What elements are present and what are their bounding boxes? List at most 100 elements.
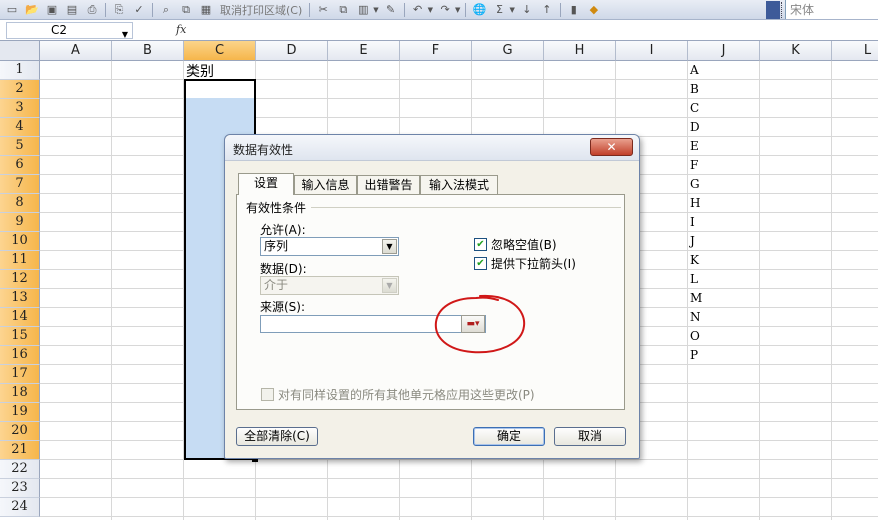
name-box[interactable]: C2 ▼ bbox=[6, 22, 133, 39]
copy-icon[interactable]: ⧉ bbox=[178, 2, 194, 18]
cell-j3[interactable]: C bbox=[690, 99, 710, 118]
row-header-16[interactable]: 16 bbox=[0, 346, 40, 365]
cell-j4[interactable]: D bbox=[690, 118, 710, 137]
row-header-12[interactable]: 12 bbox=[0, 270, 40, 289]
row-header-15[interactable]: 15 bbox=[0, 327, 40, 346]
cell-c1[interactable]: 类别 bbox=[186, 61, 214, 81]
cut-icon[interactable]: ✂ bbox=[315, 2, 331, 18]
cell-j7[interactable]: G bbox=[690, 175, 710, 194]
sort-desc-icon[interactable]: ↑ bbox=[539, 2, 555, 18]
chevron-down-icon[interactable]: ▼ bbox=[382, 239, 397, 254]
active-cell[interactable] bbox=[186, 81, 254, 98]
row-header-7[interactable]: 7 bbox=[0, 175, 40, 194]
column-header-e[interactable]: E bbox=[328, 41, 400, 61]
row-header-2[interactable]: 2 bbox=[0, 80, 40, 99]
row-header-19[interactable]: 19 bbox=[0, 403, 40, 422]
spelling-icon[interactable]: ✓ bbox=[131, 2, 147, 18]
row-header-5[interactable]: 5 bbox=[0, 137, 40, 156]
tab-input-message[interactable]: 输入信息 bbox=[294, 175, 357, 194]
font-name-box[interactable]: 宋体 bbox=[785, 0, 878, 19]
cancel-button[interactable]: 取消 bbox=[554, 427, 626, 446]
clear-all-button[interactable]: 全部清除(C) bbox=[236, 427, 318, 446]
chevron-down-icon[interactable]: ▼ bbox=[428, 6, 433, 14]
format-painter-icon[interactable]: ✎ bbox=[383, 2, 399, 18]
autosum-icon[interactable]: Σ bbox=[491, 2, 507, 18]
row-header-4[interactable]: 4 bbox=[0, 118, 40, 137]
redo-icon[interactable]: ↷ bbox=[437, 2, 453, 18]
cell-j6[interactable]: F bbox=[690, 156, 710, 175]
cell-j11[interactable]: K bbox=[690, 251, 710, 270]
research-icon[interactable]: ⌕ bbox=[158, 2, 174, 18]
chevron-down-icon[interactable]: ▼ bbox=[122, 27, 128, 42]
close-button[interactable]: ✕ bbox=[590, 138, 633, 156]
toolbar-grip-handle[interactable] bbox=[781, 2, 784, 18]
row-header-24[interactable]: 24 bbox=[0, 498, 40, 517]
column-header-j[interactable]: J bbox=[688, 41, 760, 61]
chevron-down-icon[interactable]: ▼ bbox=[373, 6, 378, 14]
select-all-corner[interactable] bbox=[0, 41, 40, 61]
row-header-8[interactable]: 8 bbox=[0, 194, 40, 213]
cell-j5[interactable]: E bbox=[690, 137, 710, 156]
column-header-k[interactable]: K bbox=[760, 41, 832, 61]
column-header-g[interactable]: G bbox=[472, 41, 544, 61]
copy-icon[interactable]: ⧉ bbox=[335, 2, 351, 18]
formula-input[interactable] bbox=[194, 22, 874, 39]
new-icon[interactable]: ▭ bbox=[4, 2, 20, 18]
drawing-icon[interactable]: ◆ bbox=[586, 2, 602, 18]
ok-button[interactable]: 确定 bbox=[473, 427, 545, 446]
row-header-1[interactable]: 1 bbox=[0, 61, 40, 80]
paste-icon[interactable]: ▦ bbox=[198, 2, 214, 18]
row-header-13[interactable]: 13 bbox=[0, 289, 40, 308]
row-header-14[interactable]: 14 bbox=[0, 308, 40, 327]
row-header-23[interactable]: 23 bbox=[0, 479, 40, 498]
row-header-22[interactable]: 22 bbox=[0, 460, 40, 479]
tab-ime-mode[interactable]: 输入法模式 bbox=[420, 175, 498, 194]
checkbox-check-icon[interactable]: ✔ bbox=[474, 238, 487, 251]
cell-j2[interactable]: B bbox=[690, 80, 710, 99]
paste-special-icon[interactable]: ▥ bbox=[355, 2, 371, 18]
row-header-3[interactable]: 3 bbox=[0, 99, 40, 118]
toolbar-grip[interactable] bbox=[766, 1, 780, 19]
cell-j12[interactable]: L bbox=[690, 270, 710, 289]
checkbox-check-icon[interactable]: ✔ bbox=[474, 257, 487, 270]
column-header-f[interactable]: F bbox=[400, 41, 472, 61]
in-cell-dropdown-checkbox[interactable]: ✔ 提供下拉箭头(I) bbox=[474, 255, 576, 272]
cell-j8[interactable]: H bbox=[690, 194, 710, 213]
dialog-titlebar[interactable]: 数据有效性 ✕ bbox=[225, 135, 639, 161]
row-header-21[interactable]: 21 bbox=[0, 441, 40, 460]
row-header-6[interactable]: 6 bbox=[0, 156, 40, 175]
cell-j10[interactable]: J bbox=[690, 232, 710, 251]
tab-error-alert[interactable]: 出错警告 bbox=[357, 175, 420, 194]
undo-icon[interactable]: ↶ bbox=[410, 2, 426, 18]
chevron-down-icon[interactable]: ▼ bbox=[455, 6, 460, 14]
cell-j15[interactable]: O bbox=[690, 327, 710, 346]
column-header-b[interactable]: B bbox=[112, 41, 184, 61]
cancel-print-area-button[interactable]: 取消打印区域(C) bbox=[220, 2, 302, 18]
column-header-i[interactable]: I bbox=[616, 41, 688, 61]
hyperlink-icon[interactable]: 🌐 bbox=[471, 2, 487, 18]
row-header-18[interactable]: 18 bbox=[0, 384, 40, 403]
sort-asc-icon[interactable]: ↓ bbox=[519, 2, 535, 18]
permission-icon[interactable]: ▤ bbox=[64, 2, 80, 18]
tab-settings[interactable]: 设置 bbox=[238, 173, 294, 195]
row-header-9[interactable]: 9 bbox=[0, 213, 40, 232]
column-header-d[interactable]: D bbox=[256, 41, 328, 61]
cell-j14[interactable]: N bbox=[690, 308, 710, 327]
cell-j16[interactable]: P bbox=[690, 346, 710, 365]
row-header-10[interactable]: 10 bbox=[0, 232, 40, 251]
save-icon[interactable]: ▣ bbox=[44, 2, 60, 18]
column-header-c[interactable]: C bbox=[184, 41, 256, 61]
insert-function-icon[interactable]: fx bbox=[176, 23, 186, 36]
row-header-20[interactable]: 20 bbox=[0, 422, 40, 441]
column-header-h[interactable]: H bbox=[544, 41, 616, 61]
allow-select[interactable]: 序列 ▼ bbox=[260, 237, 399, 256]
chart-icon[interactable]: ▮ bbox=[566, 2, 582, 18]
row-header-11[interactable]: 11 bbox=[0, 251, 40, 270]
cell-j13[interactable]: M bbox=[690, 289, 710, 308]
ignore-blank-checkbox[interactable]: ✔ 忽略空值(B) bbox=[474, 236, 557, 253]
chevron-down-icon[interactable]: ▼ bbox=[509, 6, 514, 14]
row-header-17[interactable]: 17 bbox=[0, 365, 40, 384]
print-preview-icon[interactable]: ⎘ bbox=[111, 2, 127, 18]
cell-j9[interactable]: I bbox=[690, 213, 710, 232]
cell-j1[interactable]: A bbox=[690, 61, 710, 80]
